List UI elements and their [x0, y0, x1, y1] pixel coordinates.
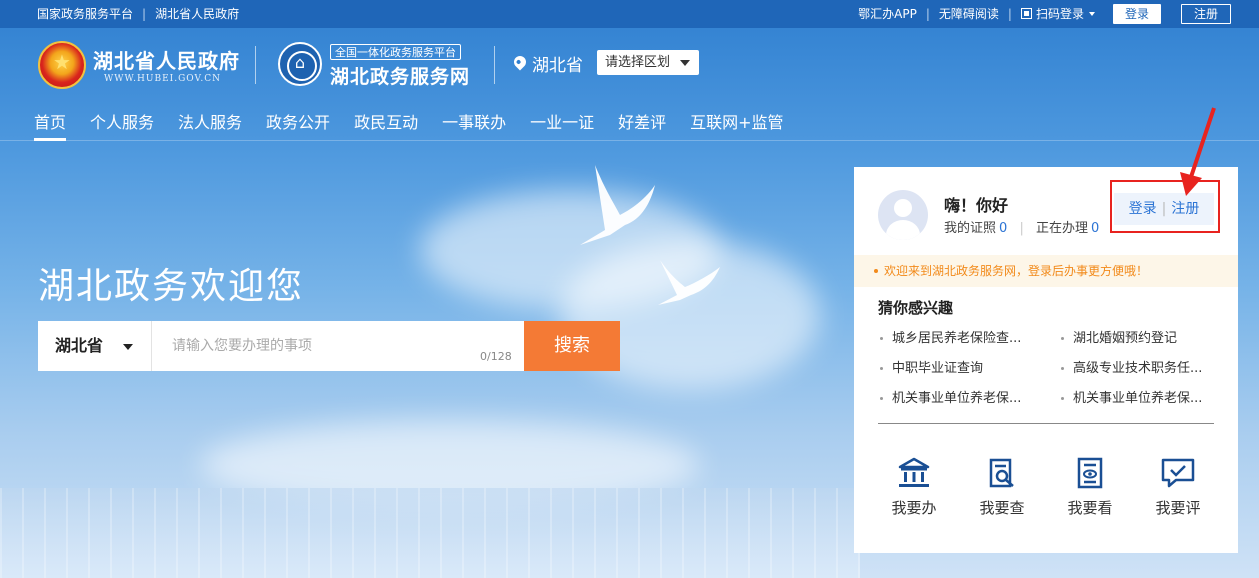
my-cert-link[interactable]: 我的证照 0 — [944, 221, 1007, 236]
nav-item-internet-supervision[interactable]: 互联网+监管 — [678, 111, 795, 141]
search-input[interactable] — [154, 321, 524, 371]
action-query-button[interactable]: 我要查 — [966, 457, 1038, 518]
search-button[interactable]: 搜索 — [524, 321, 620, 371]
qr-login-dropdown[interactable]: 扫码登录 — [1020, 0, 1095, 28]
interest-item[interactable]: 机关事业单位养老保... — [878, 388, 1059, 409]
interest-item[interactable]: 湖北婚姻预约登记 — [1059, 328, 1218, 349]
platform-logo-icon[interactable] — [278, 42, 322, 86]
qr-login-label: 扫码登录 — [1035, 7, 1084, 21]
interest-title: 猜你感兴趣 — [878, 299, 954, 317]
document-search-icon — [989, 458, 1014, 488]
nav-item-personal-services[interactable]: 个人服务 — [78, 111, 166, 141]
platform-name[interactable]: 湖北政务服务网 — [330, 62, 470, 89]
nav-item-one-thing-service[interactable]: 一事联办 — [430, 111, 518, 141]
qr-code-icon — [1020, 8, 1032, 19]
app-link[interactable]: 鄂汇办APP — [858, 0, 917, 28]
annotation-arrow-icon — [1180, 107, 1216, 196]
search-scope-label: 湖北省 — [55, 336, 104, 355]
crane-bird-icon — [580, 165, 655, 245]
action-label: 我要看 — [1067, 499, 1113, 517]
welcome-notice: 欢迎来到湖北政务服务网，登录后办事更方便哦！ — [854, 255, 1238, 287]
top-login-button[interactable]: 登录 — [1112, 4, 1161, 24]
action-label: 我要办 — [891, 499, 937, 517]
avatar — [878, 190, 928, 240]
provincial-government-link[interactable]: 湖北省人民政府 — [155, 0, 239, 28]
my-cert-label: 我的证照 — [944, 221, 997, 236]
in-progress-count: 0 — [1090, 221, 1100, 236]
interest-item[interactable]: 机关事业单位养老保... — [1059, 388, 1218, 409]
stats-separator: | — [1019, 221, 1024, 236]
nav-item-public-interaction[interactable]: 政民互动 — [342, 111, 430, 141]
greeting-text: 嗨！你好 — [944, 196, 1009, 215]
panel-divider — [878, 423, 1214, 424]
location-pin-icon — [511, 53, 529, 71]
search-bar: 湖北省 0/128 搜索 — [38, 321, 620, 371]
main-nav: 首页 个人服务 法人服务 政务公开 政民互动 一事联办 一业一证 好差评 互联网… — [22, 111, 796, 141]
chevron-down-icon — [1088, 12, 1095, 16]
user-stats: 我的证照 0 | 正在办理 0 — [944, 217, 1099, 236]
nav-item-government-affairs[interactable]: 政务公开 — [254, 111, 342, 141]
background-bridge — [0, 488, 860, 578]
caret-down-icon — [680, 60, 690, 66]
region-select-label: 请选择区划 — [605, 55, 671, 70]
current-location: 湖北省 — [532, 56, 583, 76]
header-divider — [255, 46, 256, 84]
action-label: 我要查 — [979, 499, 1025, 517]
nav-divider — [0, 140, 1259, 141]
platform-tag: 全国一体化政务服务平台 — [330, 44, 461, 60]
header-divider — [494, 46, 495, 84]
government-building-icon — [898, 457, 930, 487]
top-utility-bar: 国家政务服务平台 | 湖北省人民政府 鄂汇办APP | 无障碍阅读 | 扫码登录… — [0, 0, 1259, 28]
national-platform-link[interactable]: 国家政务服务平台 — [37, 0, 133, 28]
action-label: 我要评 — [1155, 499, 1201, 517]
interest-item[interactable]: 高级专业技术职务任... — [1059, 358, 1218, 379]
quick-actions: 我要办 我要查 我要看 我要评 — [878, 457, 1214, 518]
site-name[interactable]: 湖北省人民政府 — [93, 45, 240, 74]
search-char-count: 0/128 — [480, 350, 512, 363]
nav-item-home[interactable]: 首页 — [22, 111, 78, 141]
in-progress-link[interactable]: 正在办理 0 — [1036, 221, 1099, 236]
action-handle-button[interactable]: 我要办 — [878, 457, 950, 518]
topbar-separator: | — [925, 7, 930, 21]
accessibility-link[interactable]: 无障碍阅读 — [939, 0, 999, 28]
search-scope-dropdown[interactable]: 湖北省 — [38, 321, 152, 371]
view-document-icon — [1077, 457, 1103, 489]
topbar-separator: | — [142, 7, 147, 21]
interest-item[interactable]: 中职毕业证查询 — [878, 358, 1059, 379]
crane-bird-icon — [658, 260, 720, 305]
hero-title: 湖北政务欢迎您 — [38, 266, 305, 307]
topbar-separator: | — [1007, 7, 1012, 21]
national-emblem-logo[interactable] — [38, 41, 86, 89]
nav-item-one-industry-license[interactable]: 一业一证 — [518, 111, 606, 141]
action-view-button[interactable]: 我要看 — [1054, 457, 1126, 518]
in-progress-label: 正在办理 — [1035, 221, 1088, 236]
interest-list: 城乡居民养老保险查... 湖北婚姻预约登记 中职毕业证查询 高级专业技术职务任.… — [878, 328, 1218, 409]
review-chat-icon — [1161, 458, 1195, 488]
nav-item-evaluation[interactable]: 好差评 — [606, 111, 678, 141]
site-url: WWW.HUBEI.GOV.CN — [104, 74, 222, 84]
nav-item-corporate-services[interactable]: 法人服务 — [166, 111, 254, 141]
my-cert-count: 0 — [999, 221, 1008, 236]
top-register-button[interactable]: 注册 — [1180, 4, 1231, 24]
region-select-dropdown[interactable]: 请选择区划 — [597, 50, 699, 75]
action-review-button[interactable]: 我要评 — [1142, 457, 1214, 518]
caret-down-icon — [123, 344, 133, 350]
interest-item[interactable]: 城乡居民养老保险查... — [878, 328, 1059, 349]
